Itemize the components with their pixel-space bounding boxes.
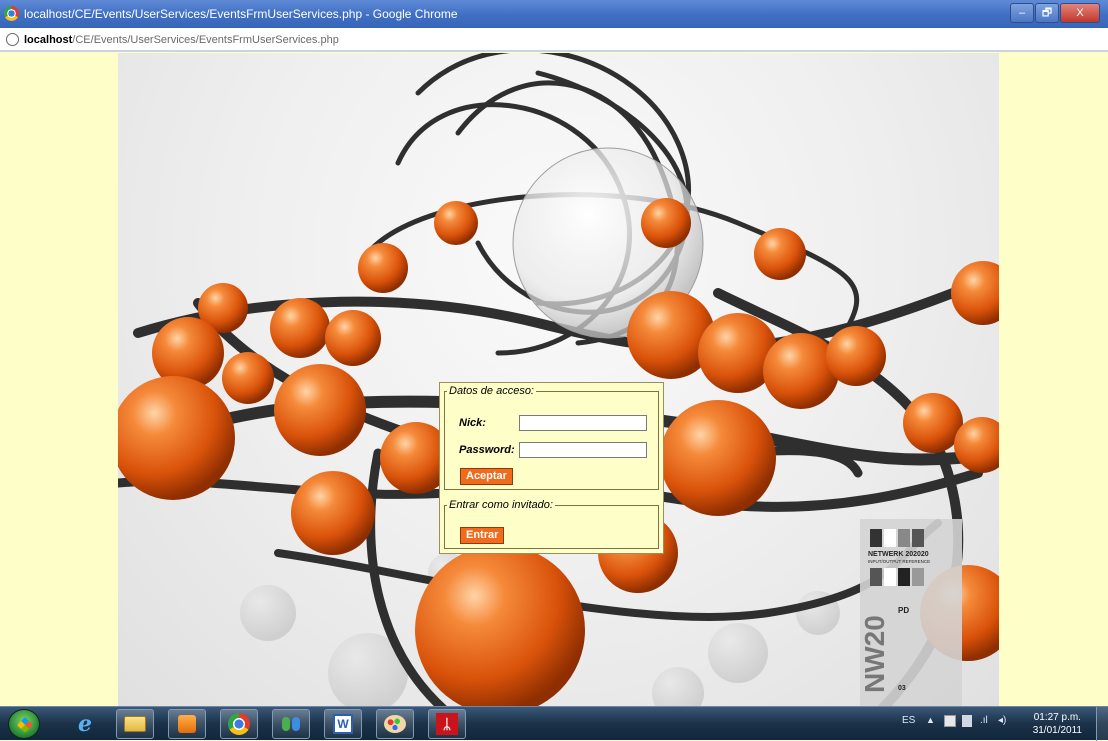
maximize-button[interactable]: 🗗 [1035, 3, 1059, 23]
windows-flag-icon [17, 717, 33, 733]
taskbar: e W ᛦ ES ▲ .ıl ◂) 01:27 p.m. 31/01/2011 [0, 706, 1108, 741]
signal-icon[interactable]: .ıl [980, 715, 988, 726]
show-desktop-button[interactable] [1096, 707, 1108, 741]
password-input[interactable] [519, 442, 647, 458]
accept-button[interactable]: Aceptar [460, 468, 513, 485]
password-label: Password: [459, 444, 515, 456]
page-content: NETWERK 202020 INPUT/OUTPUT REFERENCE PD… [0, 53, 1108, 706]
window-controls: – 🗗 X [1010, 3, 1100, 23]
guest-fieldset: Entrar como invitado: Entrar [444, 499, 659, 549]
taskbar-clock[interactable]: 01:27 p.m. 31/01/2011 [1033, 711, 1082, 737]
nick-label: Nick: [459, 417, 486, 429]
globe-icon [6, 33, 19, 46]
acrobat-icon[interactable]: ᛦ [428, 709, 466, 739]
badge-title: NETWERK 202020 [868, 551, 929, 558]
volume-icon[interactable]: ◂) [998, 715, 1006, 726]
url-text[interactable]: localhost/CE/Events/UserServices/EventsF… [24, 34, 339, 46]
access-legend: Datos de acceso: [449, 385, 534, 397]
clock-time: 01:27 p.m. [1033, 712, 1081, 723]
chrome-icon [4, 6, 19, 21]
background-wallpaper: NETWERK 202020 INPUT/OUTPUT REFERENCE PD… [118, 53, 999, 706]
file-explorer-icon[interactable] [116, 709, 154, 739]
minimize-button[interactable]: – [1010, 3, 1034, 23]
wallpaper-graphic: NETWERK 202020 INPUT/OUTPUT REFERENCE PD… [118, 53, 999, 706]
login-panel: Datos de acceso: Nick: Password: Aceptar… [439, 382, 664, 554]
guest-legend: Entrar como invitado: [449, 499, 553, 511]
wallpaper-badge: NETWERK 202020 INPUT/OUTPUT REFERENCE PD… [859, 519, 962, 706]
window-title: localhost/CE/Events/UserServices/EventsF… [24, 7, 458, 21]
internet-explorer-icon[interactable]: e [66, 709, 104, 739]
badge-number: 03 [898, 685, 906, 692]
url-host: localhost [24, 34, 73, 46]
network-icon[interactable] [962, 715, 972, 727]
live-messenger-icon[interactable] [272, 709, 310, 739]
enter-button[interactable]: Entrar [460, 527, 505, 544]
clock-date: 31/01/2011 [1032, 725, 1082, 736]
url-path: /CE/Events/UserServices/EventsFrmUserSer… [72, 34, 339, 46]
nick-input[interactable] [519, 415, 647, 431]
access-fieldset: Datos de acceso: Nick: Password: Aceptar [444, 385, 659, 490]
close-button[interactable]: X [1060, 3, 1100, 23]
address-bar[interactable]: localhost/CE/Events/UserServices/EventsF… [0, 28, 1108, 52]
word-icon[interactable]: W [324, 709, 362, 739]
paint-icon[interactable] [376, 709, 414, 739]
window-titlebar: localhost/CE/Events/UserServices/EventsF… [0, 0, 1108, 28]
badge-big-text: NW20 [859, 615, 890, 693]
badge-code: PD [898, 606, 909, 615]
language-indicator[interactable]: ES [902, 715, 915, 726]
badge-subtitle: INPUT/OUTPUT REFERENCE [868, 559, 930, 564]
tray-expand-icon[interactable]: ▲ [926, 715, 935, 725]
media-player-icon[interactable] [168, 709, 206, 739]
chrome-taskbar-icon[interactable] [220, 709, 258, 739]
action-center-icon[interactable] [944, 715, 956, 727]
start-button[interactable] [8, 709, 40, 739]
